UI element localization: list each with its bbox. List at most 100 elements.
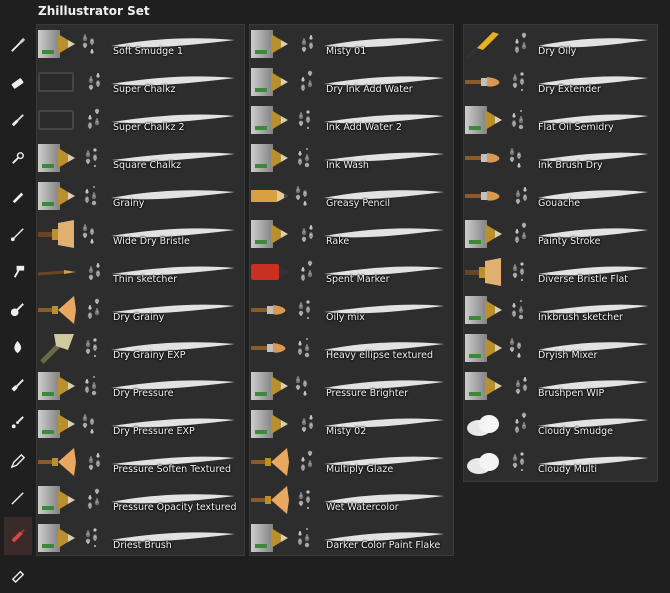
- brush-label: Gouache: [538, 198, 581, 209]
- brush-preset[interactable]: Soft Smudge 1: [37, 25, 244, 63]
- brush-tip-preview: [81, 69, 103, 95]
- brush-preset[interactable]: Misty 02: [250, 405, 453, 443]
- brush-preset[interactable]: Greasy Pencil: [250, 177, 453, 215]
- brush-preset[interactable]: Dry Grainy: [37, 291, 244, 329]
- brush-preset[interactable]: Painty Stroke: [464, 215, 657, 253]
- brush-label: Pressure Brighter: [326, 388, 409, 399]
- tool-eraser-pencil[interactable]: [4, 555, 32, 593]
- brush-tip-preview: [508, 335, 530, 361]
- tool-round-brush[interactable]: [4, 291, 32, 329]
- brush-preset[interactable]: Cloudy Multi: [464, 443, 657, 481]
- brush-preset[interactable]: Diverse Bristle Flat: [464, 253, 657, 291]
- brush-round-icon: [465, 142, 503, 174]
- brush-preset[interactable]: Pressure Brighter: [250, 367, 453, 405]
- brush-label: Misty 01: [326, 46, 367, 57]
- tool-fill-brush[interactable]: [4, 139, 32, 177]
- brush-round-icon: [251, 294, 289, 326]
- eraser-icon: [11, 77, 24, 89]
- brush-label: Soft Smudge 1: [113, 46, 184, 57]
- brush-label: Greasy Pencil: [326, 198, 391, 209]
- brush-tip-preview: [294, 449, 316, 475]
- brush-tip-preview: [294, 259, 316, 285]
- brush-wide-icon: [38, 332, 76, 364]
- brush-label: Dry Extender: [538, 84, 601, 95]
- brush-preset[interactable]: Cloudy Smudge: [464, 405, 657, 443]
- brush-blender-icon: [465, 332, 503, 364]
- brush-tip-preview: [81, 411, 103, 437]
- sparkle-brush-icon: [11, 416, 24, 429]
- brush-preset[interactable]: Gouache: [464, 177, 657, 215]
- brush-preset[interactable]: Rake: [250, 215, 453, 253]
- tool-drop[interactable]: [4, 328, 32, 366]
- tool-pencil[interactable]: [4, 442, 32, 480]
- tool-roller[interactable]: [4, 253, 32, 291]
- brush-blender-icon: [251, 142, 289, 174]
- tool-paint-brush[interactable]: [4, 102, 32, 140]
- brush-preset[interactable]: Grainy: [37, 177, 244, 215]
- brush-fan-icon: [38, 294, 76, 326]
- brush-blender-icon: [465, 104, 503, 136]
- brush-label: Wide Dry Bristle: [113, 236, 190, 247]
- brush-blender-icon: [38, 522, 76, 554]
- brush-preset[interactable]: Flat Oil Semidry: [464, 101, 657, 139]
- tool-marker[interactable]: [4, 517, 32, 556]
- brush-pencil-icon: [251, 180, 289, 212]
- brush-preset[interactable]: Thin sketcher: [37, 253, 244, 291]
- brush-preset[interactable]: Ink Brush Dry: [464, 139, 657, 177]
- tool-thin-brush[interactable]: [4, 480, 32, 518]
- brush-preset[interactable]: Square Chalkz: [37, 139, 244, 177]
- brush-preset[interactable]: Oily mix: [250, 291, 453, 329]
- brush-preset[interactable]: Driest Brush: [37, 519, 244, 557]
- brush-preset[interactable]: Ink Add Water 2: [250, 101, 453, 139]
- brush-tip-preview: [294, 107, 316, 133]
- brush-preset[interactable]: Dry Grainy EXP: [37, 329, 244, 367]
- tool-sparkle-brush[interactable]: [4, 404, 32, 442]
- brush-preset[interactable]: Dry Oily: [464, 25, 657, 63]
- brush-preset[interactable]: Ink Wash: [250, 139, 453, 177]
- roller-icon: [13, 265, 25, 278]
- tool-brush[interactable]: [4, 26, 32, 64]
- tool-pen[interactable]: [4, 177, 32, 215]
- brush-label: Ink Wash: [326, 160, 369, 171]
- brush-cloud-icon: [465, 408, 503, 440]
- brush-preset[interactable]: Spent Marker: [250, 253, 453, 291]
- brush-blender-icon: [251, 28, 289, 60]
- brush-blender-icon: [251, 522, 289, 554]
- brush-preset[interactable]: Super Chalkz: [37, 63, 244, 101]
- brush-label: Thin sketcher: [113, 274, 178, 285]
- brush-preset[interactable]: Inkbrush sketcher: [464, 291, 657, 329]
- brush-column-2: Misty 01 Dry Ink Add Water Ink Add Water 2…: [249, 24, 454, 556]
- brush-label: Inkbrush sketcher: [538, 312, 623, 323]
- brush-preset[interactable]: Wide Dry Bristle: [37, 215, 244, 253]
- brush-tip-preview: [508, 145, 530, 171]
- fill-brush-icon: [12, 152, 24, 165]
- brush-preset[interactable]: Dry Extender: [464, 63, 657, 101]
- brush-preset[interactable]: Super Chalkz 2: [37, 101, 244, 139]
- brush-preset[interactable]: Dryish Mixer: [464, 329, 657, 367]
- brush-label: Dry Pressure EXP: [113, 426, 195, 437]
- brush-preset[interactable]: Multiply Glaze: [250, 443, 453, 481]
- brush-tip-preview: [294, 525, 316, 551]
- tool-flat-brush[interactable]: [4, 366, 32, 404]
- brush-chalk-icon: [38, 104, 76, 136]
- brush-tip-preview: [81, 259, 103, 285]
- brush-preset[interactable]: Misty 01: [250, 25, 453, 63]
- brush-preset[interactable]: Brushpen WIP: [464, 367, 657, 405]
- brush-preset[interactable]: Dry Pressure: [37, 367, 244, 405]
- brush-label: Grainy: [113, 198, 145, 209]
- brush-round-icon: [465, 180, 503, 212]
- brush-label: Dry Ink Add Water: [326, 84, 413, 95]
- brush-preset[interactable]: Dry Pressure EXP: [37, 405, 244, 443]
- brush-preset[interactable]: Darker Color Paint Flake: [250, 519, 453, 557]
- brush-preset[interactable]: Pressure Opacity textured: [37, 481, 244, 519]
- brush-label: Dry Pressure: [113, 388, 174, 399]
- brush-preset[interactable]: Heavy ellipse textured: [250, 329, 453, 367]
- tool-eraser[interactable]: [4, 64, 32, 102]
- brush-label: Spent Marker: [326, 274, 390, 285]
- brush-preset[interactable]: Pressure Soften Textured: [37, 443, 244, 481]
- brush-tip-preview: [508, 221, 530, 247]
- brush-preset[interactable]: Dry Ink Add Water: [250, 63, 453, 101]
- tool-fine-brush[interactable]: [4, 215, 32, 253]
- brush-preset[interactable]: Wet Watercolor: [250, 481, 453, 519]
- brush-blender-icon: [38, 370, 76, 402]
